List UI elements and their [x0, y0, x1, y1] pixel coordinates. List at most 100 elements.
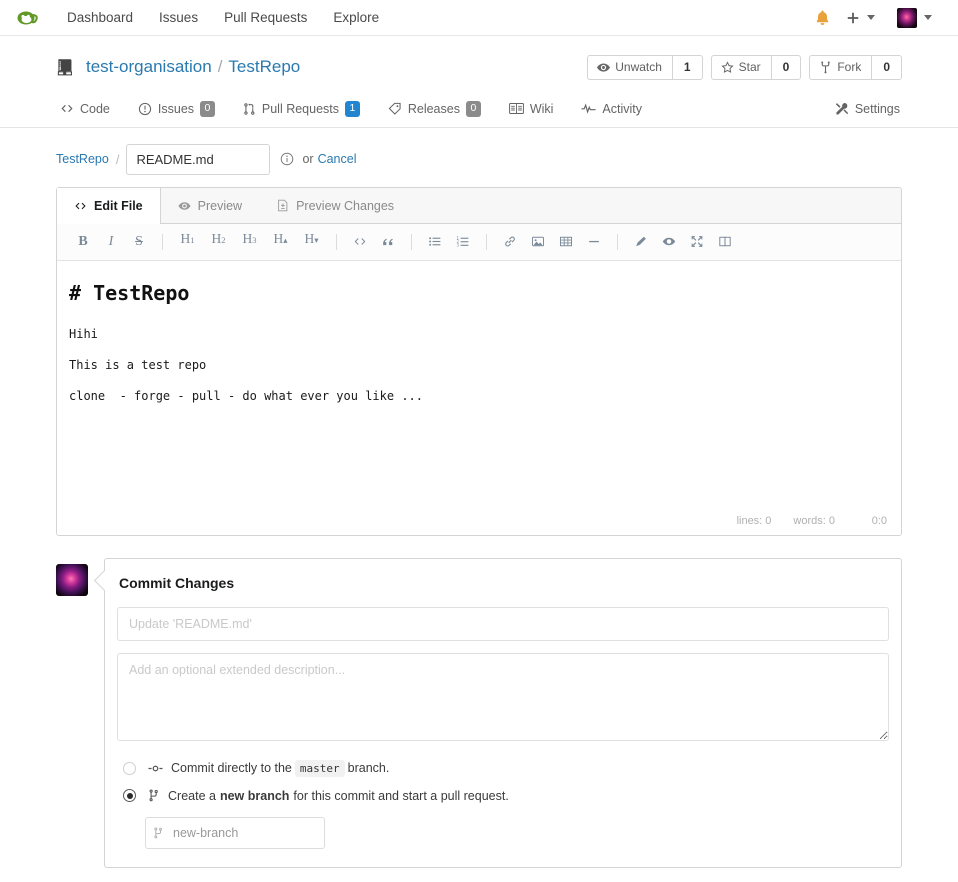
- editor-line: This is a test repo: [69, 357, 207, 372]
- fork-button[interactable]: Fork 0: [809, 54, 902, 80]
- new-branch-name-input[interactable]: [145, 816, 325, 849]
- quote-icon[interactable]: [376, 231, 400, 253]
- filename-input[interactable]: [126, 143, 271, 175]
- heading-1-icon[interactable]: H1: [174, 231, 201, 253]
- bold-icon[interactable]: B: [71, 231, 95, 253]
- git-branch-icon: [153, 827, 164, 839]
- eye-icon: [178, 201, 191, 210]
- repo-actions: Unwatch 1 Star 0 Fork 0: [587, 54, 902, 80]
- star-label-wrap[interactable]: Star: [710, 54, 771, 80]
- table-icon[interactable]: [554, 231, 578, 253]
- heading-smaller-icon[interactable]: H ▾: [298, 231, 325, 253]
- repo-tabs: Code Issues 0 Pull Requests 1 Releases 0…: [0, 92, 958, 127]
- editor-lines-count: lines: 0: [736, 514, 772, 527]
- info-circle-icon[interactable]: [280, 152, 294, 166]
- unwatch-button[interactable]: Unwatch 1: [587, 54, 703, 80]
- commit-summary-input[interactable]: [117, 606, 889, 641]
- repo-tab-code-label: Code: [80, 101, 110, 116]
- star-label: Star: [738, 60, 761, 74]
- image-icon[interactable]: [526, 231, 550, 253]
- tools-icon: [835, 102, 849, 115]
- heading-3-icon[interactable]: H3: [236, 231, 263, 253]
- pulse-icon: [581, 103, 597, 115]
- cancel-edit-link[interactable]: Cancel: [318, 152, 357, 166]
- commit-option-new-branch[interactable]: Create a new branch for this commit and …: [117, 789, 889, 803]
- toolbar-divider: [336, 233, 337, 250]
- chevron-down-icon: [924, 15, 932, 20]
- unwatch-label-wrap[interactable]: Unwatch: [587, 54, 672, 80]
- user-menu[interactable]: [881, 7, 938, 28]
- repo-tab-wiki-label: Wiki: [529, 101, 554, 116]
- commit-description-textarea[interactable]: [117, 652, 889, 741]
- tab-edit-file[interactable]: Edit File: [57, 187, 161, 224]
- commit-changes-title: Commit Changes: [119, 574, 235, 591]
- repo-tab-wiki[interactable]: Wiki: [495, 93, 568, 127]
- code-icon: [75, 202, 86, 209]
- repo-tab-pull-requests-badge: 1: [345, 101, 360, 117]
- repo-tab-releases[interactable]: Releases 0: [374, 92, 495, 128]
- editor-line: clone - forge - pull - do what ever you …: [69, 388, 424, 403]
- marker-icon[interactable]: [629, 231, 653, 253]
- create-menu[interactable]: [840, 11, 881, 25]
- fullscreen-icon[interactable]: [685, 231, 709, 253]
- unordered-list-icon[interactable]: [423, 231, 447, 253]
- or-text: or: [302, 152, 314, 167]
- preview-eye-icon[interactable]: [657, 231, 681, 253]
- diff-file-icon: [278, 199, 288, 212]
- editor-card: Edit File Preview Preview Changes B I S …: [56, 186, 902, 536]
- strikethrough-icon[interactable]: S: [127, 231, 151, 253]
- nav-pull-requests[interactable]: Pull Requests: [211, 0, 320, 36]
- new-branch-strong: new branch: [219, 788, 290, 803]
- nav-dashboard[interactable]: Dashboard: [54, 0, 146, 36]
- bell-icon[interactable]: [805, 0, 840, 36]
- repo-tab-code[interactable]: Code: [56, 93, 124, 127]
- editor-textarea[interactable]: # TestRepo Hihi This is a test repo clon…: [57, 261, 901, 509]
- repo-tab-pull-requests[interactable]: Pull Requests 1: [229, 92, 374, 128]
- main-nav: Dashboard Issues Pull Requests Explore: [54, 0, 392, 36]
- side-by-side-icon[interactable]: [713, 231, 737, 253]
- editor-words-count: words: 0: [793, 514, 835, 527]
- tab-preview-changes[interactable]: Preview Changes: [260, 188, 412, 223]
- repo-header: test-organisation / TestRepo Unwatch 1 S…: [0, 36, 958, 128]
- heading-2-icon[interactable]: H2: [205, 231, 232, 253]
- repo-tab-settings[interactable]: Settings: [821, 93, 902, 127]
- horizontal-rule-icon[interactable]: [582, 231, 606, 253]
- link-icon[interactable]: [498, 231, 522, 253]
- book-icon: [508, 103, 524, 115]
- ordered-list-icon[interactable]: 123: [451, 231, 475, 253]
- commit-icon: [148, 763, 163, 774]
- editor-toolbar: B I S H1 H2 H3 H ▴ H ▾ 123: [57, 223, 901, 261]
- toolbar-divider: [411, 233, 412, 250]
- new-branch-input-wrap: [145, 816, 325, 849]
- nav-explore[interactable]: Explore: [320, 0, 392, 36]
- repo-tab-issues-label: Issues: [157, 101, 195, 116]
- code-icon: [61, 105, 73, 113]
- italic-icon[interactable]: I: [99, 231, 123, 253]
- commit-direct-text-before: Commit directly to the: [171, 761, 292, 776]
- code-icon[interactable]: [348, 231, 372, 253]
- repo-tab-activity[interactable]: Activity: [567, 93, 656, 127]
- tag-icon: [388, 102, 401, 115]
- star-count[interactable]: 0: [770, 54, 802, 80]
- commit-option-direct[interactable]: Commit directly to the master branch.: [117, 759, 889, 777]
- fork-label-wrap[interactable]: Fork: [809, 54, 872, 80]
- editor-line: Hihi: [69, 326, 98, 341]
- star-icon: [721, 60, 734, 73]
- nav-issues[interactable]: Issues: [146, 0, 211, 36]
- fork-count[interactable]: 0: [871, 54, 902, 80]
- heading-bigger-icon[interactable]: H ▴: [267, 231, 294, 253]
- file-path-repo-link[interactable]: TestRepo: [56, 152, 109, 166]
- repo-path-separator: /: [217, 57, 223, 76]
- main-content: TestRepo / or Cancel Edit File Preview P…: [0, 128, 958, 882]
- gitea-logo-icon[interactable]: [14, 5, 40, 31]
- radio-create-new-branch[interactable]: [123, 789, 136, 803]
- star-button[interactable]: Star 0: [710, 54, 802, 80]
- unwatch-count[interactable]: 1: [671, 54, 703, 80]
- radio-commit-directly[interactable]: [123, 761, 136, 775]
- issue-opened-icon: [138, 102, 152, 115]
- repo-owner-link[interactable]: test-organisation: [86, 57, 212, 77]
- repo-tab-issues[interactable]: Issues 0: [124, 92, 229, 128]
- repo-name-link[interactable]: TestRepo: [228, 57, 300, 77]
- svg-text:3: 3: [457, 243, 460, 248]
- tab-preview[interactable]: Preview: [161, 188, 260, 223]
